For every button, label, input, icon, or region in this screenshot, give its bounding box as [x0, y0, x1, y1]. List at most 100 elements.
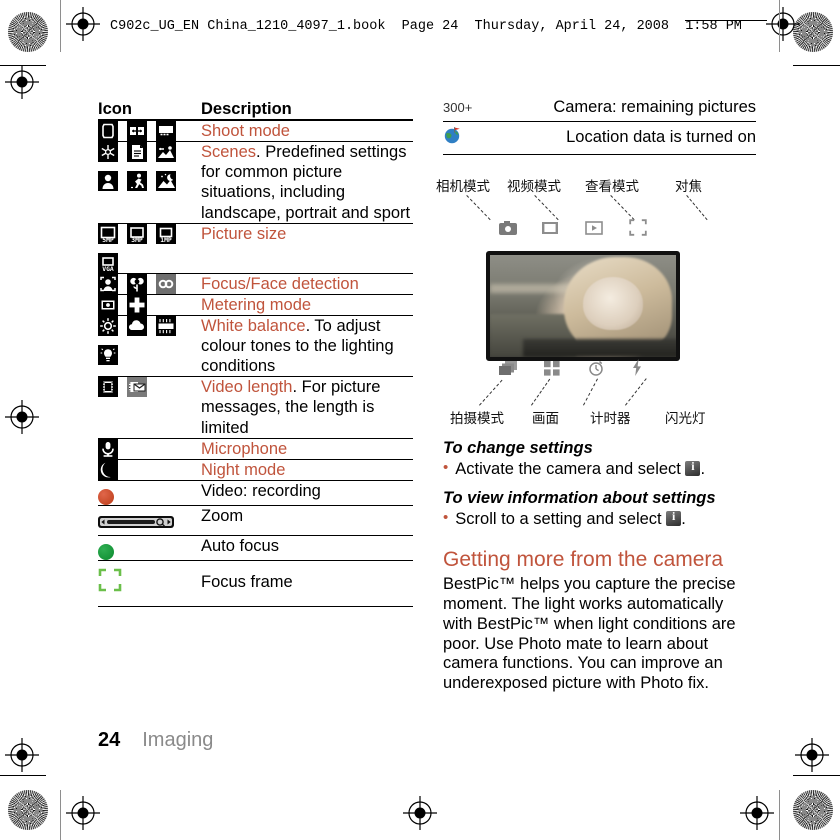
icon-cell [98, 376, 201, 439]
flash-label: 闪光灯 [665, 411, 706, 427]
page-number: 24 [98, 729, 121, 751]
icon-cell [98, 315, 201, 378]
instruction-text-suffix: . [700, 460, 706, 478]
focus-frame-icon [98, 568, 122, 597]
icon-cell [443, 122, 533, 155]
icon-cell [98, 273, 201, 295]
icon-reference-table-container: Icon Description Shoot mode Scenes. Pred… [98, 100, 413, 607]
metering-spot-icon [98, 294, 118, 315]
grid-icon [544, 361, 560, 381]
right-column: 300+ Camera: remaining pictures Location… [436, 95, 756, 694]
instruction-text: Scroll to a setting and select . [455, 509, 686, 529]
wb-incandescent-icon [98, 344, 118, 365]
row-title: Scenes [201, 143, 257, 162]
crop-guide-bottom-right [779, 790, 780, 840]
leader-line [610, 195, 635, 221]
camera-preview-photo [486, 251, 680, 361]
camera-screen-diagram: 相机模式 视频模式 查看模式 对焦 拍摄模式 画面 计时器 闪光灯 [436, 169, 756, 429]
wb-fluorescent-icon [156, 315, 176, 336]
shoot-mode-frame-icon [156, 121, 176, 141]
bullet-icon: • [443, 509, 449, 527]
instruction-text-prefix: Scroll to a setting and select [455, 510, 667, 529]
location-data-globe-icon [443, 125, 463, 150]
svg-text:5MP: 5MP [102, 236, 114, 244]
instruction-bullet: • Scroll to a setting and select . [443, 509, 756, 529]
icon-cell: 300+ [443, 95, 533, 122]
table-row: 5MP 3MP 1MP VGA Picture size [98, 223, 413, 274]
table-row: Focus frame [98, 560, 413, 607]
registration-mark-bottom-left [66, 796, 100, 830]
scenes-label: 画面 [532, 411, 559, 427]
picture-size-vga-icon: VGA [98, 252, 118, 273]
icon-cell [98, 438, 201, 460]
leader-line [625, 378, 647, 406]
description-cell: White balance. To adjust colour tones to… [201, 315, 413, 378]
icon-cell [98, 505, 201, 536]
table-row: Shoot mode [98, 120, 413, 143]
info-icon [666, 509, 682, 527]
registration-mark-top-right [766, 7, 800, 41]
row-title: Focus/Face detection [201, 274, 359, 293]
row-title: Microphone [201, 439, 288, 458]
registration-mark-lower-left [5, 738, 39, 772]
instruction-block-view-information: To view information about settings • Scr… [443, 489, 756, 529]
crop-rule-top-right [793, 65, 840, 66]
metering-centre-icon [127, 294, 147, 315]
description-cell: Scenes. Predefined settings for common p… [201, 141, 413, 224]
icon-cell [98, 560, 201, 607]
description-cell: Picture size [201, 223, 413, 274]
registration-mark-bottom-centre [403, 796, 437, 830]
table-row: Video length. For picture messages, the … [98, 376, 413, 439]
section-heading: Getting more from the camera [443, 548, 724, 572]
description-cell: Night mode [201, 459, 413, 481]
scenes-snow-icon [98, 142, 118, 163]
self-timer-label: 计时器 [590, 411, 631, 427]
crop-guide-bottom-left [60, 790, 61, 840]
row-title: Night mode [201, 460, 286, 479]
view-mode-label: 查看模式 [585, 179, 639, 195]
crop-guide-left [60, 0, 61, 52]
column-header-icon: Icon [98, 100, 201, 121]
status-icon-table: 300+ Camera: remaining pictures Location… [443, 95, 756, 155]
icon-cell [98, 480, 201, 506]
scenes-sport-icon [127, 171, 147, 192]
zoom-slider-icon [98, 514, 174, 535]
focus-label: 对焦 [675, 179, 702, 195]
scenes-portrait-icon [98, 171, 118, 192]
table-row: Microphone [98, 438, 413, 460]
table-row: Scenes. Predefined settings for common p… [98, 141, 413, 224]
leader-line [686, 195, 708, 221]
instruction-text: Activate the camera and select . [455, 459, 705, 479]
registration-mark-middle-left [5, 400, 39, 434]
row-text: Focus frame [201, 572, 293, 591]
registration-mark-upper-left [5, 65, 39, 99]
crop-rule-top-left [0, 65, 46, 66]
instruction-bullet: • Activate the camera and select . [443, 459, 756, 479]
row-title: Metering mode [201, 295, 312, 314]
macro-focus-icon [127, 273, 147, 294]
scenes-landscape-icon [156, 142, 176, 163]
leader-line [466, 195, 491, 221]
video-message-icon [127, 377, 147, 398]
row-text: Video: recording [201, 481, 321, 500]
crop-rule-bottom-left [0, 775, 46, 776]
icon-cell [98, 294, 201, 316]
table-row: Zoom [98, 505, 413, 536]
video-recording-dot-icon [98, 488, 114, 505]
table-row: Location data is turned on [443, 122, 756, 155]
night-mode-icon [98, 459, 118, 480]
shoot-mode-single-icon [98, 121, 118, 141]
table-row: Metering mode [98, 294, 413, 316]
info-icon [685, 459, 701, 476]
icon-cell: 5MP 3MP 1MP VGA [98, 223, 201, 274]
instruction-heading: To view information about settings [443, 489, 716, 508]
svg-text:3MP: 3MP [131, 236, 143, 244]
instruction-heading: To change settings [443, 439, 593, 457]
registration-mark-bottom-right [740, 796, 774, 830]
print-starburst-mark-top-left [8, 12, 48, 52]
row-title: Picture size [201, 224, 287, 243]
crop-guide-right [779, 0, 780, 52]
bullet-icon: • [443, 459, 449, 476]
table-row: Video: recording [98, 480, 413, 506]
picture-size-1mp-icon: 1MP [156, 223, 176, 244]
